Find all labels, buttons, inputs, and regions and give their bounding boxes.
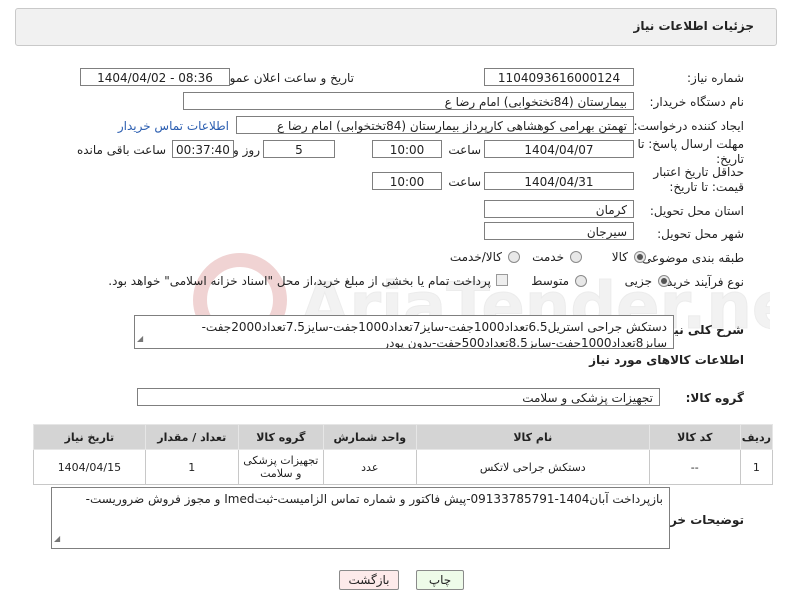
category-radio-service[interactable] — [570, 251, 582, 263]
table-header-row: ردیف کد کالا نام کالا واحد شمارش گروه کا… — [33, 424, 774, 450]
process-label: نوع فرآیند خرید : — [659, 275, 744, 289]
buyer-notes-textarea[interactable]: بازپرداخت آبان1404-09133785791-پیش فاکتو… — [51, 487, 670, 549]
creator-field: تهمتن بهرامی کوهشاهی کارپرداز بیمارستان … — [236, 116, 634, 134]
process-option-minor: جزیی — [624, 274, 652, 288]
remaining-label: ساعت باقی مانده — [76, 143, 166, 157]
col-quantity: تعداد / مقدار — [144, 424, 239, 450]
cell-group: تجهیزات پزشکی و سلامت — [237, 449, 324, 485]
category-label: طبقه بندی موضوعی: — [637, 251, 744, 265]
announce-label: تاریخ و ساعت اعلان عمومی: — [209, 71, 354, 85]
resize-handle-icon[interactable]: ◢ — [137, 331, 143, 347]
city-label: شهر محل تحویل: — [657, 227, 744, 241]
deadline-label: مهلت ارسال پاسخ: تا تاریخ: — [637, 137, 744, 166]
deadline-date-field: 1404/04/07 — [484, 140, 634, 158]
category-option-service: خدمت — [532, 250, 564, 264]
cell-need-date: 1404/04/15 — [33, 449, 146, 485]
print-button[interactable]: چاپ — [416, 570, 464, 590]
category-option-goods: کالا — [611, 250, 628, 264]
process-radio-minor[interactable] — [658, 275, 670, 287]
days-field: 5 — [263, 140, 335, 158]
col-name: نام کالا — [415, 424, 650, 450]
cell-unit: عدد — [322, 449, 417, 485]
min-price-date-field: 1404/04/31 — [484, 172, 634, 190]
buyer-contact-link[interactable]: اطلاعات تماس خریدار — [118, 119, 229, 133]
treasury-payment-note: پرداخت تمام یا بخشی از مبلغ خرید،از محل … — [108, 274, 491, 288]
cell-quantity: 1 — [144, 449, 239, 485]
col-need-date: تاریخ نیاز — [33, 424, 146, 450]
goods-group-field: تجهیزات پزشکی و سلامت — [137, 388, 660, 406]
need-number-label: شماره نیاز: — [687, 71, 744, 85]
deadline-time-label: ساعت — [448, 143, 481, 157]
col-code: کد کالا — [648, 424, 741, 450]
category-radio-goods-service[interactable] — [508, 251, 520, 263]
process-radio-medium[interactable] — [575, 275, 587, 287]
buyer-notes-text: بازپرداخت آبان1404-09133785791-پیش فاکتو… — [85, 492, 663, 506]
process-option-medium: متوسط — [531, 274, 569, 288]
buyer-org-field: بیمارستان (84تختخوابی) امام رضا ع — [183, 92, 634, 110]
col-group: گروه کالا — [237, 424, 324, 450]
goods-info-heading: اطلاعات کالاهای مورد نیاز — [589, 353, 744, 367]
need-number-field: 1104093616000124 — [484, 68, 634, 86]
category-option-goods-service: کالا/خدمت — [449, 250, 502, 264]
col-unit: واحد شمارش — [322, 424, 417, 450]
treasury-payment-checkbox[interactable] — [496, 274, 508, 286]
min-price-label: حداقل تاریخ اعتبار قیمت: تا تاریخ: — [653, 165, 744, 194]
goods-group-label: گروه کالا: — [685, 391, 744, 405]
goods-table: ردیف کد کالا نام کالا واحد شمارش گروه کا… — [33, 424, 774, 485]
announce-field: 1404/04/02 - 08:36 — [80, 68, 230, 86]
city-field: سیرجان — [484, 222, 634, 240]
deadline-time-field: 10:00 — [372, 140, 442, 158]
header-panel: جزئیات اطلاعات نیاز — [15, 8, 777, 46]
description-text: دستکش جراحی استریل6.5تعداد1000جفت-سایز7ت… — [201, 320, 667, 349]
col-row: ردیف — [739, 424, 774, 450]
min-price-time-label: ساعت — [448, 175, 481, 189]
remaining-time-field: 00:37:40 — [172, 140, 234, 158]
back-button[interactable]: بازگشت — [339, 570, 399, 590]
cell-name: دستکش جراحی لاتکس — [415, 449, 650, 485]
page-title: جزئیات اطلاعات نیاز — [633, 19, 754, 33]
table-row: 1 -- دستکش جراحی لاتکس عدد تجهیزات پزشکی… — [33, 449, 774, 485]
province-label: استان محل تحویل: — [649, 204, 744, 218]
creator-label: ایجاد کننده درخواست: — [633, 119, 744, 133]
province-field: کرمان — [484, 200, 634, 218]
buyer-org-label: نام دستگاه خریدار: — [649, 95, 745, 109]
cell-row: 1 — [739, 449, 774, 485]
cell-code: -- — [648, 449, 741, 485]
description-textarea[interactable]: دستکش جراحی استریل6.5تعداد1000جفت-سایز7ت… — [134, 315, 674, 349]
min-price-time-field: 10:00 — [372, 172, 442, 190]
days-label: روز و — [233, 143, 260, 157]
resize-handle-icon[interactable]: ◢ — [54, 531, 60, 547]
category-radio-goods[interactable] — [634, 251, 646, 263]
